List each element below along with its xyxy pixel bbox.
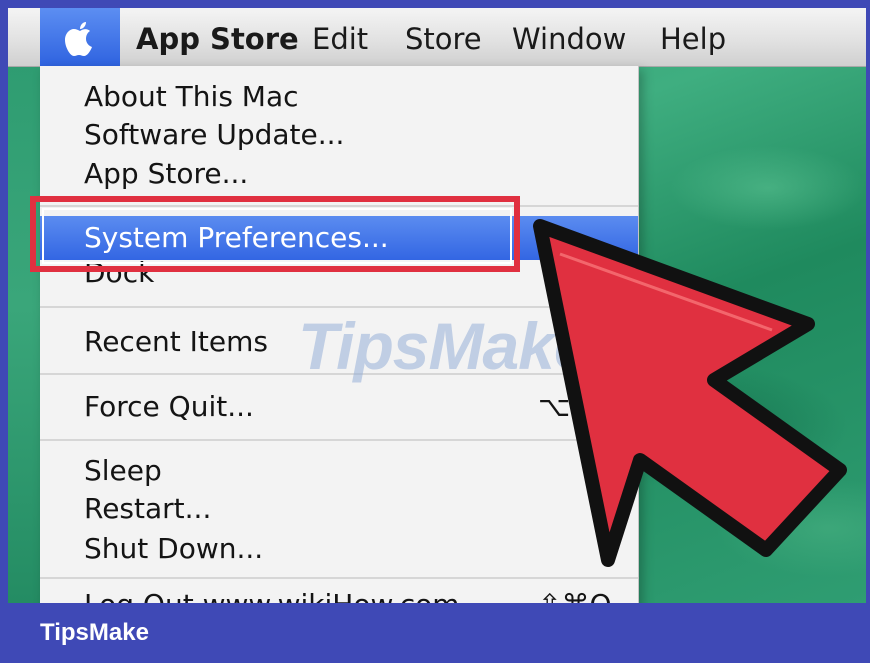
footer-brand: TipsMake: [40, 619, 149, 646]
mac-screen: App Store Edit Store Window Help About T…: [8, 8, 866, 603]
pointer-arrow-icon: [533, 219, 847, 567]
image-frame: App Store Edit Store Window Help About T…: [0, 0, 870, 663]
